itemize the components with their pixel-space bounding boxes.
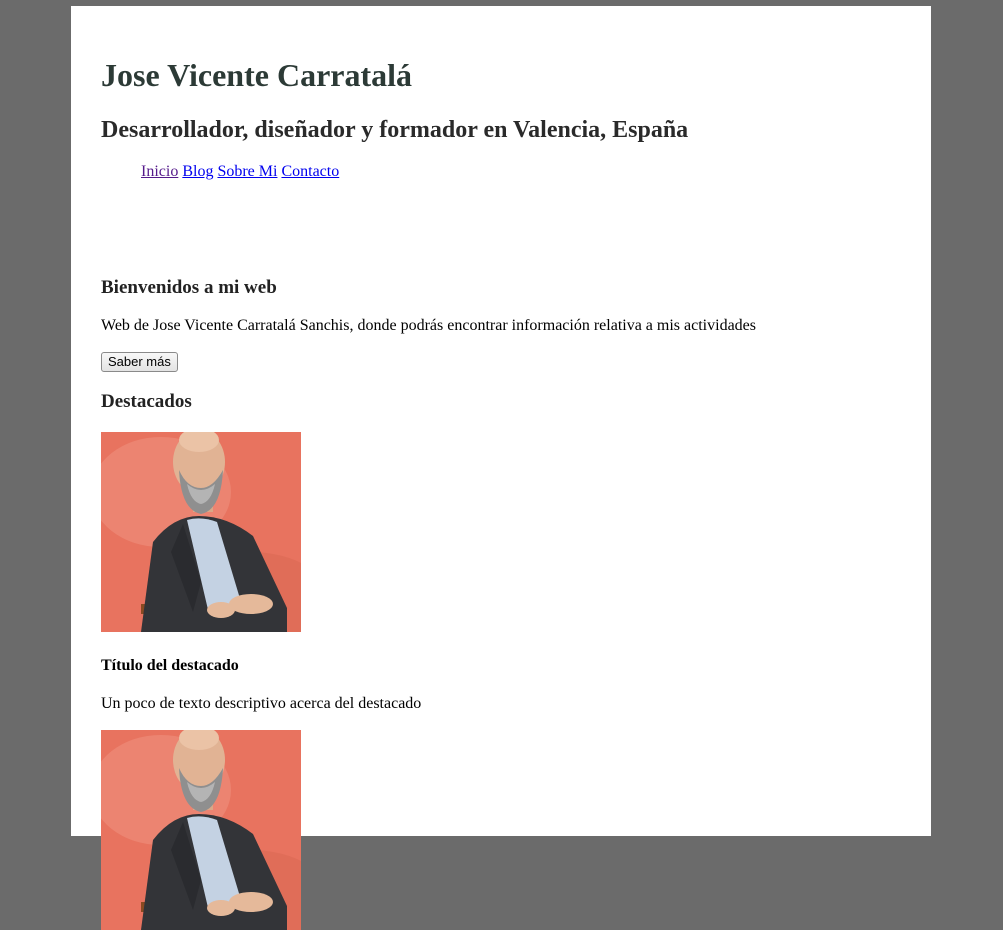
nav-item-contacto: Contacto	[281, 163, 339, 180]
page-container: Jose Vicente Carratalá Desarrollador, di…	[71, 6, 931, 930]
featured-image	[101, 730, 301, 930]
portrait-illustration	[101, 730, 301, 930]
site-title: Jose Vicente Carratalá	[101, 57, 413, 93]
featured-item-description: Un poco de texto descriptivo acerca del …	[101, 695, 422, 712]
featured-image	[101, 432, 301, 632]
featured-item-title: Título del destacado	[101, 657, 239, 674]
nav-link-contacto[interactable]: Contacto	[281, 163, 339, 180]
welcome-heading: Bienvenidos a mi web	[101, 277, 277, 298]
nav-item-blog: Blog	[182, 163, 213, 180]
nav-link-blog[interactable]: Blog	[182, 163, 213, 180]
nav-link-inicio[interactable]: Inicio	[141, 163, 178, 180]
learn-more-button[interactable]: Saber más	[101, 352, 178, 372]
nav-item-sobre-mi: Sobre Mi	[217, 163, 277, 180]
site-subtitle: Desarrollador, diseñador y formador en V…	[101, 117, 689, 143]
welcome-text: Web de Jose Vicente Carratalá Sanchis, d…	[101, 317, 756, 334]
nav-item-inicio: Inicio	[141, 163, 178, 180]
featured-heading: Destacados	[101, 391, 192, 412]
nav-link-sobre-mi[interactable]: Sobre Mi	[217, 163, 277, 180]
main-nav: Inicio Blog Sobre Mi Contacto	[141, 162, 339, 182]
portrait-illustration	[101, 432, 301, 632]
